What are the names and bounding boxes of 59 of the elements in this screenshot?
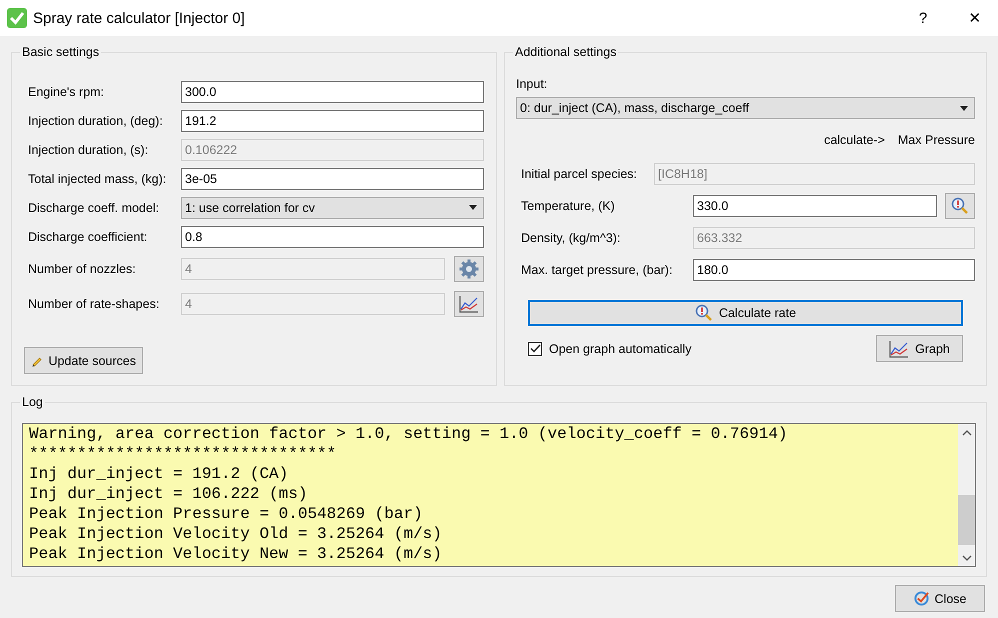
chart-icon <box>459 294 479 312</box>
window-title: Spray rate calculator [Injector 0] <box>33 10 245 26</box>
caret-icon <box>469 205 477 210</box>
chart-icon <box>889 340 910 358</box>
field-label: Temperature, (K) <box>521 199 616 213</box>
log-line: Inj dur_inject = 106.222 (ms) <box>29 484 308 504</box>
scrollbar[interactable] <box>958 424 975 566</box>
calculate-target: Max Pressure <box>898 133 975 149</box>
input-field[interactable]: 330.0 <box>693 195 937 217</box>
field-label: Total injected mass, (kg): <box>28 172 168 186</box>
check-icon <box>530 344 540 353</box>
log-line: Peak Injection Velocity New = 3.25264 (m/s) <box>29 544 443 564</box>
field-label: Number of rate-shapes: <box>28 296 160 310</box>
log-line: Warning, area correction factor > 1.0, setting = 1.0 (velocity_coeff = 0.76914) <box>29 424 789 444</box>
input-field[interactable]: 0.8 <box>181 226 484 248</box>
input-field[interactable]: 3e-05 <box>181 168 484 190</box>
field-label: Number of nozzles: <box>28 262 137 276</box>
field-label: Max. target pressure, (bar): <box>521 263 674 277</box>
input-field[interactable]: 300.0 <box>181 80 484 102</box>
field-label: Initial parcel species: <box>521 167 638 181</box>
check-icon <box>7 8 27 28</box>
field-label: Discharge coefficient: <box>28 230 148 244</box>
scroll-down-icon[interactable] <box>962 554 972 560</box>
scrollbar-thumb[interactable] <box>958 495 975 545</box>
log-line: Peak Injection Pressure = 0.0548269 (bar) <box>29 504 424 524</box>
dropdown[interactable]: 0: dur_inject (CA), mass, discharge_coeff <box>516 97 975 119</box>
group-title: Basic settings <box>20 45 102 60</box>
graph-button[interactable]: Graph <box>876 335 963 362</box>
close-button[interactable]: ✕ <box>952 0 998 36</box>
caret-icon <box>960 106 968 110</box>
settings-button[interactable] <box>454 256 484 282</box>
log-line: Inj dur_inject = 191.2 (CA) <box>29 464 290 484</box>
check-circle-icon <box>914 591 929 606</box>
field-label: Density, (kg/m^3): <box>521 231 622 245</box>
gear-icon <box>459 258 479 278</box>
close-dialog-button[interactable]: Close <box>895 585 985 612</box>
magnifier-icon <box>951 197 969 215</box>
input-field[interactable]: 180.0 <box>693 259 975 281</box>
scroll-up-icon[interactable] <box>962 430 972 436</box>
checkbox[interactable] <box>528 342 542 356</box>
field-label: Injection duration, (s): <box>28 142 150 156</box>
log-line: ******************************** <box>29 444 338 464</box>
lookup-button[interactable] <box>945 193 975 219</box>
field-label: Discharge coeff. model: <box>28 200 160 214</box>
chart-button[interactable] <box>454 290 484 316</box>
log-line: Peak Injection Velocity Old = 3.25264 (m/s) <box>29 524 443 544</box>
field-label: Injection duration, (deg): <box>28 114 164 128</box>
input-field[interactable]: 191.2 <box>181 110 484 132</box>
group-title: Additional settings <box>513 45 618 60</box>
update-sources-button[interactable]: Update sources <box>24 347 143 374</box>
calculate-rate-button[interactable]: Calculate rate <box>528 300 963 326</box>
field-label: Input: <box>516 77 548 91</box>
checkbox-label: Open graph automatically <box>549 342 692 356</box>
calculate-label: calculate-> <box>824 133 885 149</box>
field-label: Engine's rpm: <box>28 84 106 98</box>
help-button[interactable]: ? <box>900 0 946 36</box>
group-title: Log <box>20 395 45 410</box>
magnifier-icon <box>694 304 713 322</box>
dropdown[interactable]: 1: use correlation for cv <box>181 196 484 218</box>
